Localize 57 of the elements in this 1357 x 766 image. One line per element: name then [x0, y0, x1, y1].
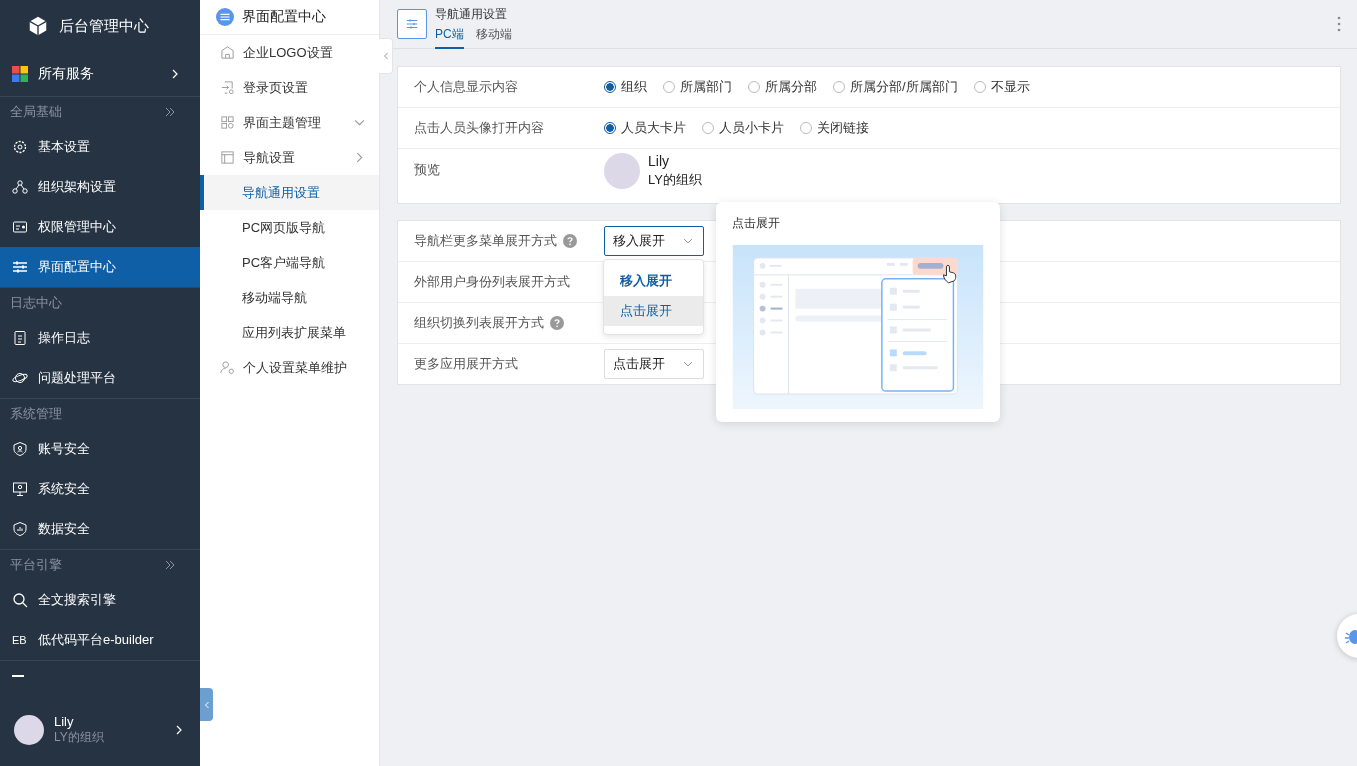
sidebar-item[interactable]: EB 低代码平台e-builder: [0, 620, 200, 660]
setting-label: 更多应用展开方式: [414, 355, 518, 373]
setting-label: 外部用户身份列表展开方式: [414, 273, 570, 291]
sidebar-item[interactable]: 组织架构设置: [0, 167, 200, 207]
sidebar-item[interactable]: 界面配置中心: [0, 247, 200, 287]
select-field[interactable]: 移入展开: [604, 226, 704, 256]
subnav-item[interactable]: 应用列表扩展菜单: [200, 315, 379, 350]
dropdown-option[interactable]: 移入展开: [604, 266, 703, 296]
radio-option[interactable]: 人员大卡片: [604, 119, 686, 137]
group-heading: 全局基础: [10, 103, 62, 121]
all-services-item[interactable]: 所有服务: [0, 52, 200, 97]
radio-option[interactable]: 组织: [604, 78, 647, 96]
sidebar-item[interactable]: 账号安全: [0, 429, 200, 469]
sidebar-item[interactable]: 问题处理平台: [0, 358, 200, 398]
setting-label: 导航栏更多菜单展开方式: [414, 232, 557, 250]
brand-title: 后台管理中心: [59, 16, 149, 36]
group-heading: 平台引擎: [10, 556, 62, 574]
setting-label: 预览: [414, 161, 441, 179]
subnav-item[interactable]: 移动端导航: [200, 280, 379, 315]
eb-glyph: EB: [12, 634, 28, 646]
setting-label: 个人信息显示内容: [414, 78, 519, 96]
select-field[interactable]: 点击展开: [604, 349, 704, 379]
sidebar-item[interactable]: 数据安全: [0, 509, 200, 549]
subnav-item[interactable]: 个人设置菜单维护: [200, 350, 379, 385]
radio-option[interactable]: 关闭链接: [800, 119, 869, 137]
preview-name: Lily: [648, 153, 670, 169]
sidebar-item[interactable]: 操作日志: [0, 318, 200, 358]
subnav-item[interactable]: 导航通用设置: [200, 175, 379, 210]
tab[interactable]: 移动端: [475, 25, 512, 49]
subnav-item[interactable]: 界面主题管理: [200, 105, 379, 140]
radio-option[interactable]: 不显示: [973, 78, 1030, 96]
subnav-item[interactable]: 导航设置: [200, 140, 379, 175]
subnav-title: 界面配置中心: [242, 8, 326, 26]
page-title: 导航通用设置: [435, 5, 508, 23]
sidebar-item[interactable]: 权限管理中心: [0, 207, 200, 247]
user-profile-item[interactable]: Lily LY的组织: [0, 700, 200, 760]
preview-org: LY的组织: [648, 171, 702, 189]
radio-option[interactable]: 人员小卡片: [702, 119, 784, 137]
group-heading: 日志中心: [10, 294, 62, 312]
radio-option[interactable]: 所属分部: [748, 78, 817, 96]
radio-option[interactable]: 所属分部/所属部门: [833, 78, 958, 96]
user-org: LY的组织: [54, 729, 105, 746]
setting-label: 组织切换列表展开方式: [414, 314, 544, 332]
setting-label: 点击人员头像打开内容: [414, 119, 545, 137]
group-heading: 系统管理: [10, 405, 62, 423]
subnav-item[interactable]: PC客户端导航: [200, 245, 379, 280]
sidebar-item[interactable]: 系统安全: [0, 469, 200, 509]
subnav-item[interactable]: PC网页版导航: [200, 210, 379, 245]
sidebar-item[interactable]: 基本设置: [0, 127, 200, 167]
sidebar-item[interactable]: 全文搜索引擎: [0, 580, 200, 620]
user-name: Lily: [54, 714, 75, 729]
radio-option[interactable]: 所属部门: [663, 78, 732, 96]
popover-title: 点击展开: [732, 215, 781, 232]
dropdown-option[interactable]: 点击展开: [604, 296, 703, 326]
subnav-item[interactable]: 企业LOGO设置: [200, 35, 379, 70]
tab[interactable]: PC端: [435, 25, 464, 49]
subnav-item[interactable]: 登录页设置: [200, 70, 379, 105]
